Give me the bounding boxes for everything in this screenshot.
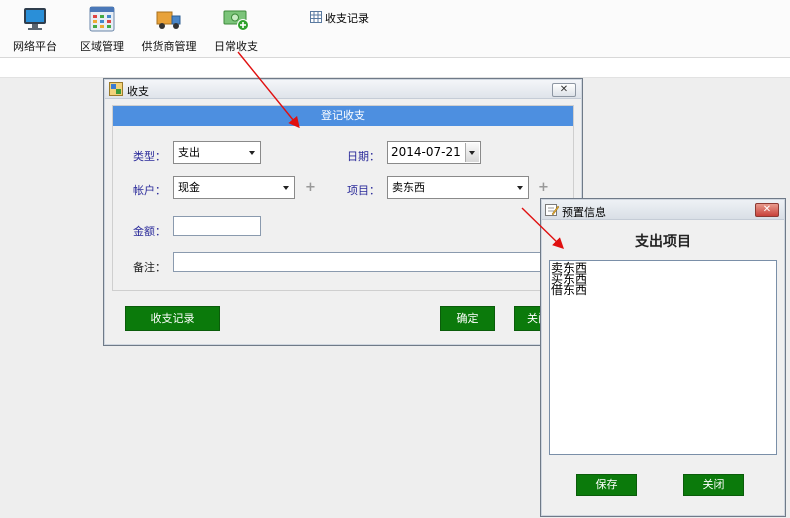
annotation-arrow: [237, 51, 300, 129]
annotation-arrows: [237, 51, 565, 249]
annotation-arrow: [521, 207, 565, 249]
